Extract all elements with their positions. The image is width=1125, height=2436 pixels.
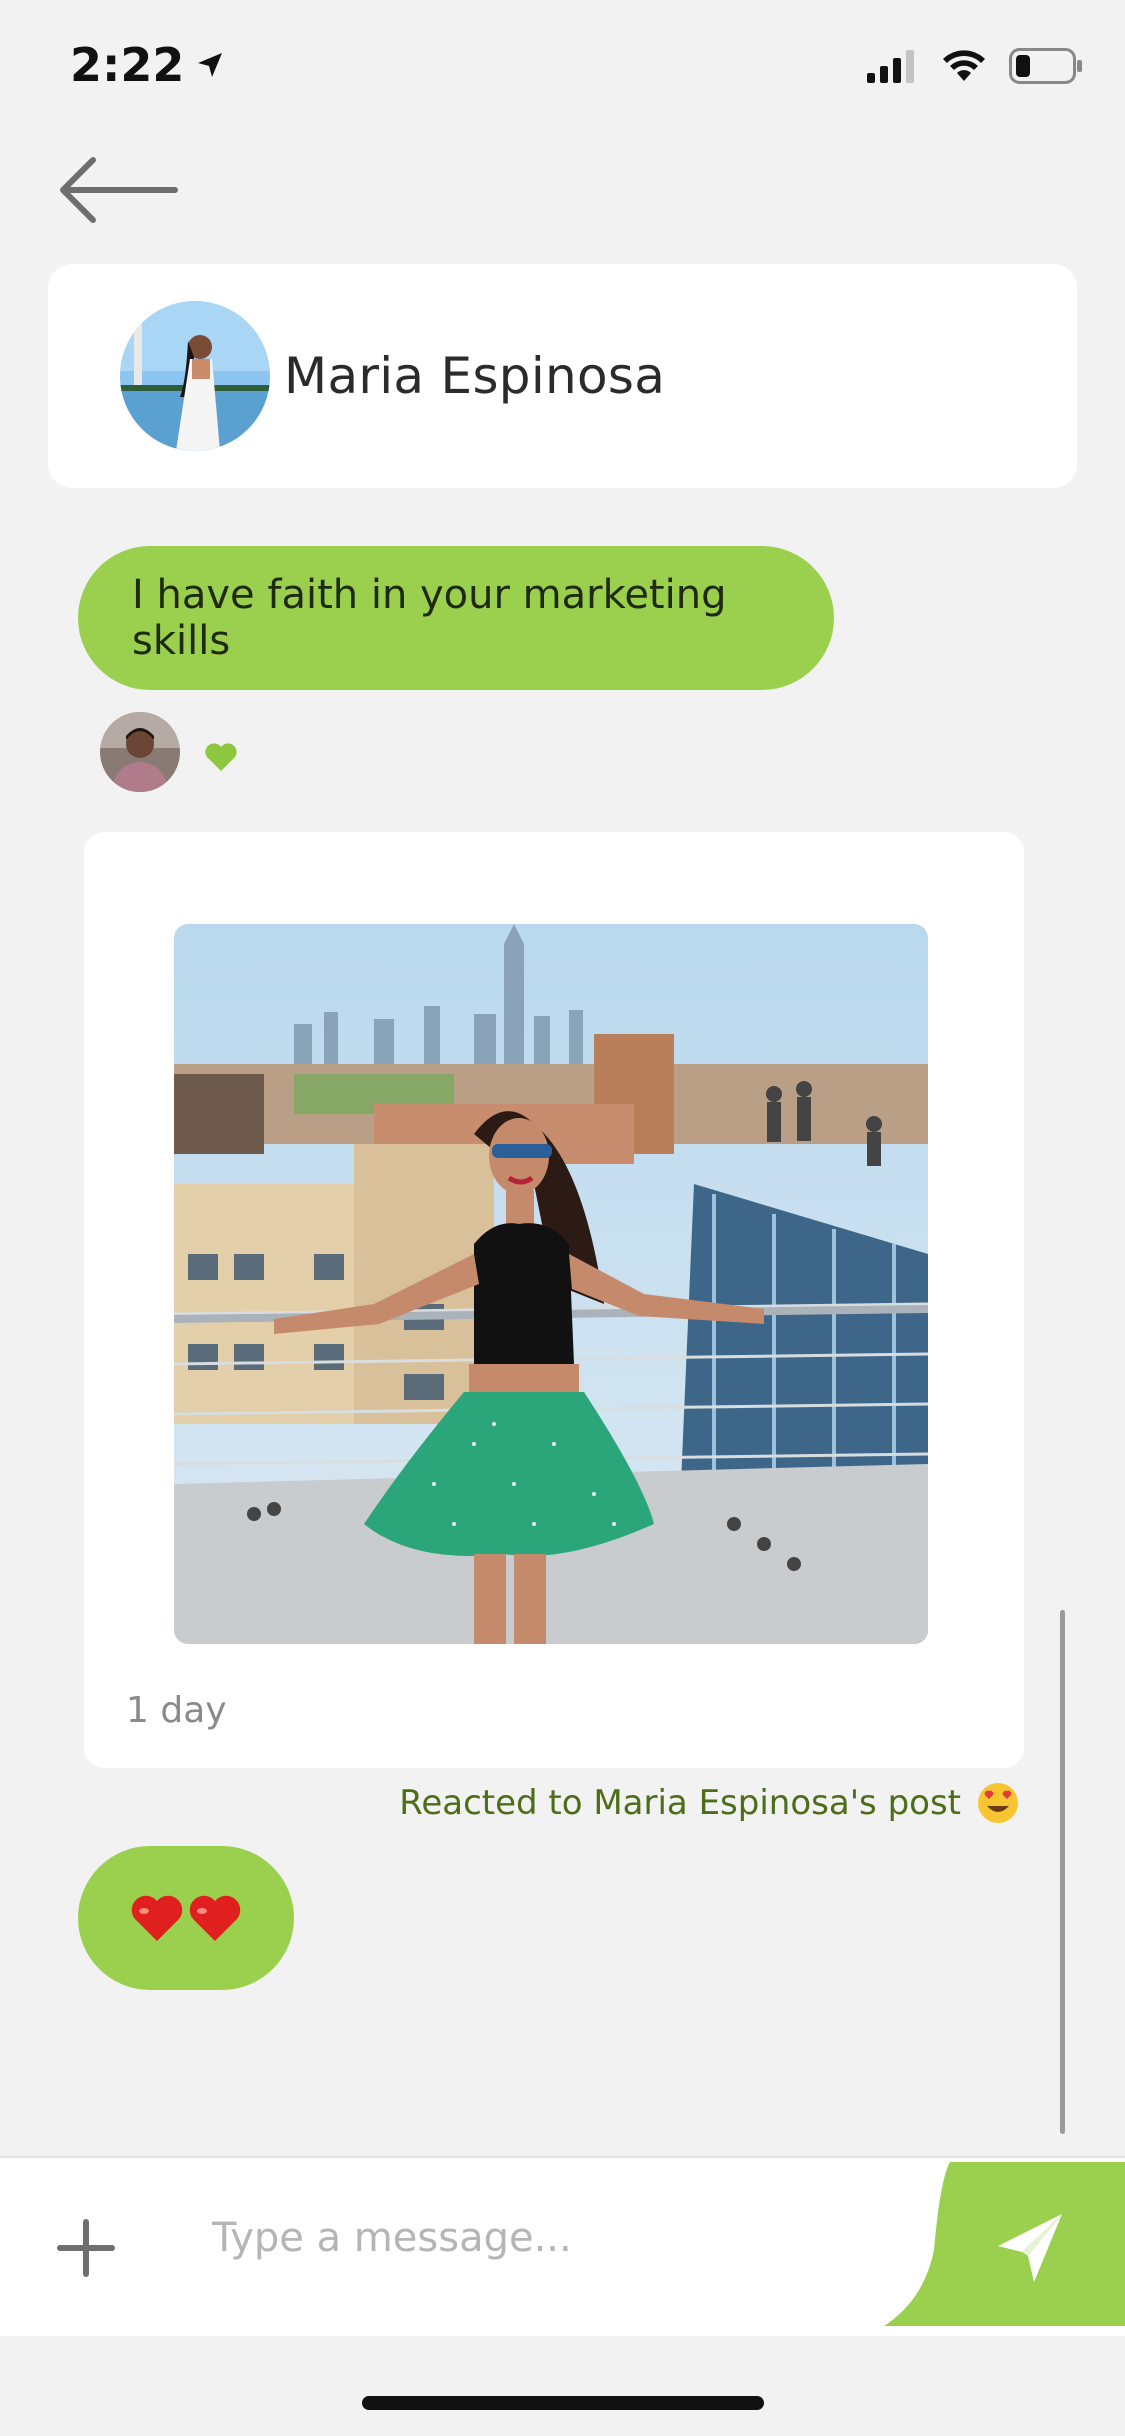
status-bar-time: 2:22 xyxy=(70,38,226,92)
reaction-note: Reacted to Maria Espinosa's post xyxy=(399,1782,1019,1824)
message-text: I have faith in your marketing skills xyxy=(132,572,727,664)
clock-text: 2:22 xyxy=(70,38,185,92)
heart-icon xyxy=(205,743,237,771)
battery-icon xyxy=(1009,48,1082,84)
status-icons xyxy=(867,48,1083,84)
plus-icon xyxy=(57,2219,115,2277)
message-input[interactable] xyxy=(212,2200,852,2276)
reaction-note-text: Reacted to Maria Espinosa's post xyxy=(399,1783,961,1823)
hearts-message-bubble[interactable] xyxy=(78,1846,294,1990)
post-timestamp: 1 day xyxy=(126,1690,227,1731)
arrow-left-icon xyxy=(60,157,178,223)
shared-post-image[interactable] xyxy=(174,924,928,1644)
red-heart-icon xyxy=(189,1895,241,1941)
red-heart-icon xyxy=(131,1895,183,1941)
contact-name: Maria Espinosa xyxy=(284,347,666,405)
home-indicator[interactable] xyxy=(362,2396,764,2410)
contact-avatar[interactable] xyxy=(120,301,270,451)
back-button[interactable] xyxy=(55,150,185,230)
heart-eyes-emoji-icon xyxy=(978,1783,1018,1823)
reactor-avatar xyxy=(100,712,180,792)
cellular-signal-icon xyxy=(867,50,914,83)
message-bubble[interactable]: I have faith in your marketing skills xyxy=(78,546,834,690)
wifi-icon xyxy=(943,50,985,81)
location-arrow-icon xyxy=(198,53,223,77)
add-attachment-button[interactable] xyxy=(56,2218,116,2278)
chat-scrollbar[interactable] xyxy=(1060,1610,1065,2134)
send-button[interactable] xyxy=(884,2160,1125,2326)
contact-header[interactable]: Maria Espinosa xyxy=(48,264,1077,488)
